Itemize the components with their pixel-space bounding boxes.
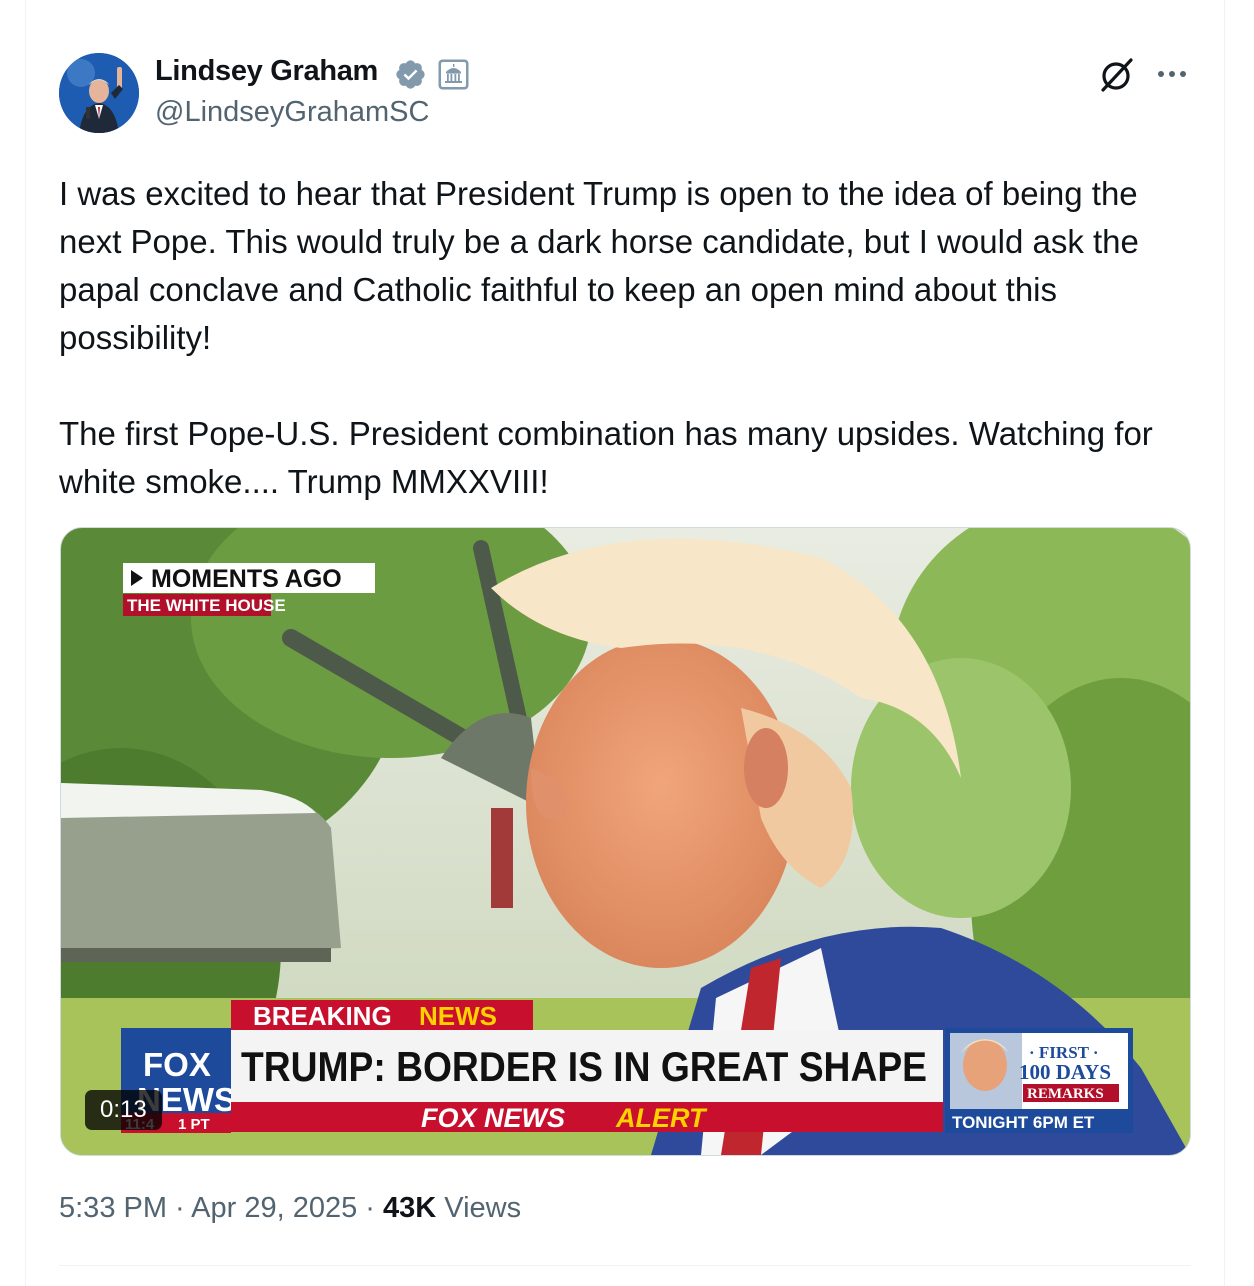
tweet-meta: 5:33 PM · Apr 29, 2025 · 43K Views	[59, 1192, 521, 1225]
video-player[interactable]: MOMENTS AGO THE WHITE HOUSE BREAKING NEW…	[60, 527, 1191, 1156]
moments-ago-label: MOMENTS AGO	[151, 565, 342, 593]
grok-icon[interactable]	[1098, 56, 1136, 94]
tweet-text: I was excited to hear that President Tru…	[59, 170, 1199, 506]
views-count[interactable]: 43K	[383, 1192, 436, 1224]
verified-badge-icon[interactable]	[394, 58, 427, 91]
promo-time: TONIGHT 6PM ET	[952, 1113, 1095, 1132]
promo-days: 100 DAYS	[1019, 1060, 1111, 1084]
headline: TRUMP: BORDER IS IN GREAT SHAPE	[241, 1043, 927, 1090]
author-name[interactable]: Lindsey Graham	[155, 55, 378, 88]
fox-logo-top: FOX	[143, 1046, 211, 1083]
divider	[59, 1265, 1191, 1266]
avatar[interactable]	[59, 53, 139, 133]
alert-brand: FOX NEWS	[421, 1103, 565, 1133]
meta-separator: ·	[167, 1192, 192, 1224]
more-options-icon[interactable]	[1152, 56, 1192, 92]
clock-zone: 1 PT	[178, 1116, 210, 1133]
tweet-paragraph-1: I was excited to hear that President Tru…	[59, 175, 1139, 356]
alert-label: ALERT	[615, 1103, 708, 1133]
video-frame: MOMENTS AGO THE WHITE HOUSE BREAKING NEW…	[61, 528, 1190, 1155]
post-time[interactable]: 5:33 PM	[59, 1192, 167, 1224]
breaking-label: BREAKING	[253, 1001, 392, 1031]
author-handle[interactable]: @LindseyGrahamSC	[155, 96, 429, 129]
post-date[interactable]: Apr 29, 2025	[191, 1192, 357, 1224]
meta-separator: ·	[357, 1192, 384, 1224]
location-label: THE WHITE HOUSE	[127, 596, 286, 615]
news-label: NEWS	[419, 1001, 497, 1031]
government-building-icon[interactable]	[438, 59, 469, 90]
views-label: Views	[436, 1192, 522, 1224]
promo-remarks: REMARKS	[1027, 1086, 1104, 1102]
tweet-paragraph-2: The first Pope-U.S. President combinatio…	[59, 415, 1153, 500]
video-duration: 0:13	[85, 1090, 162, 1130]
